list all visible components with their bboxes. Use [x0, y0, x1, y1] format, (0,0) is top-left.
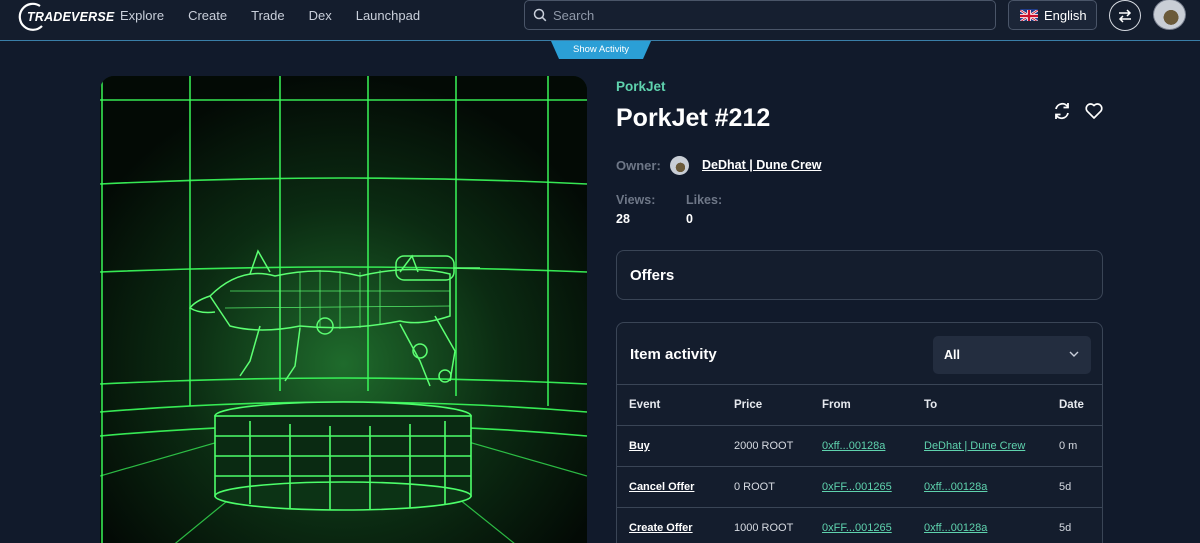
date-value: 5d — [1059, 522, 1072, 534]
column-header-event: Event — [629, 399, 661, 411]
collection-link[interactable]: PorkJet — [616, 79, 666, 94]
activity-filter-select[interactable]: All — [933, 336, 1091, 374]
swap-button[interactable] — [1109, 0, 1141, 31]
nav-dex[interactable]: Dex — [309, 8, 332, 23]
table-row: Cancel Offer 0 ROOT 0xFF...001265 0xff..… — [617, 467, 1102, 508]
tradeverse-logo[interactable]: TRADEVERSE — [18, 2, 114, 32]
chevron-down-icon — [1069, 351, 1079, 357]
owner-label: Owner: — [616, 158, 661, 173]
item-title: PorkJet #212 — [616, 104, 771, 132]
column-header-from: From — [822, 399, 851, 411]
to-address-link[interactable]: DeDhat | Dune Crew — [924, 440, 1025, 452]
date-value: 0 m — [1059, 440, 1078, 452]
event-link[interactable]: Buy — [629, 440, 650, 452]
to-address-link[interactable]: 0xff...00128a — [924, 522, 987, 534]
search-bar[interactable] — [524, 0, 996, 30]
price-value: 1000 ROOT — [734, 522, 794, 534]
column-header-date: Date — [1059, 399, 1084, 411]
nft-image — [100, 76, 587, 543]
column-header-to: To — [924, 399, 938, 411]
language-selector[interactable]: English — [1008, 0, 1097, 30]
views-label: Views: — [616, 193, 656, 207]
owner-name-link[interactable]: DeDhat | Dune Crew — [702, 158, 822, 172]
nav-trade[interactable]: Trade — [251, 8, 284, 23]
offers-panel[interactable]: Offers — [616, 250, 1103, 300]
search-icon — [533, 8, 547, 22]
uk-flag-icon — [1020, 9, 1038, 21]
event-link[interactable]: Create Offer — [629, 522, 693, 534]
event-link[interactable]: Cancel Offer — [629, 481, 694, 493]
column-header-price: Price — [734, 399, 763, 411]
top-navbar: TRADEVERSE Explore Create Trade Dex Laun… — [0, 0, 1200, 41]
nav-create[interactable]: Create — [188, 8, 227, 23]
owner-avatar[interactable] — [670, 156, 689, 175]
nav-explore[interactable]: Explore — [120, 8, 164, 23]
from-address-link[interactable]: 0xFF...001265 — [822, 481, 892, 493]
views-value: 28 — [616, 212, 630, 226]
to-address-link[interactable]: 0xff...00128a — [924, 481, 987, 493]
search-input[interactable] — [553, 7, 973, 23]
table-row: Create Offer 1000 ROOT 0xFF...001265 0xf… — [617, 508, 1102, 543]
filter-value: All — [944, 348, 960, 362]
likes-value: 0 — [686, 212, 693, 226]
price-value: 0 ROOT — [734, 481, 775, 493]
from-address-link[interactable]: 0xFF...001265 — [822, 522, 892, 534]
user-avatar[interactable] — [1153, 0, 1186, 30]
logo-text: TRADEVERSE — [27, 10, 115, 24]
offers-title: Offers — [630, 267, 675, 284]
item-activity-title: Item activity — [630, 346, 717, 363]
item-activity-panel: Item activity All Event Price From To Da… — [616, 322, 1103, 543]
refresh-icon[interactable] — [1052, 101, 1072, 121]
main-nav: Explore Create Trade Dex Launchpad — [120, 0, 444, 31]
swap-arrows-icon — [1118, 8, 1132, 23]
from-address-link[interactable]: 0xff...00128a — [822, 440, 885, 452]
nav-launchpad[interactable]: Launchpad — [356, 8, 420, 23]
show-activity-tab[interactable]: Show Activity — [551, 41, 651, 59]
date-value: 5d — [1059, 481, 1072, 493]
activity-table-header: Event Price From To Date — [617, 384, 1102, 426]
language-label: English — [1044, 7, 1087, 23]
heart-icon[interactable] — [1084, 101, 1104, 121]
price-value: 2000 ROOT — [734, 440, 794, 452]
likes-label: Likes: — [686, 193, 723, 207]
table-row: Buy 2000 ROOT 0xff...00128a DeDhat | Dun… — [617, 426, 1102, 467]
